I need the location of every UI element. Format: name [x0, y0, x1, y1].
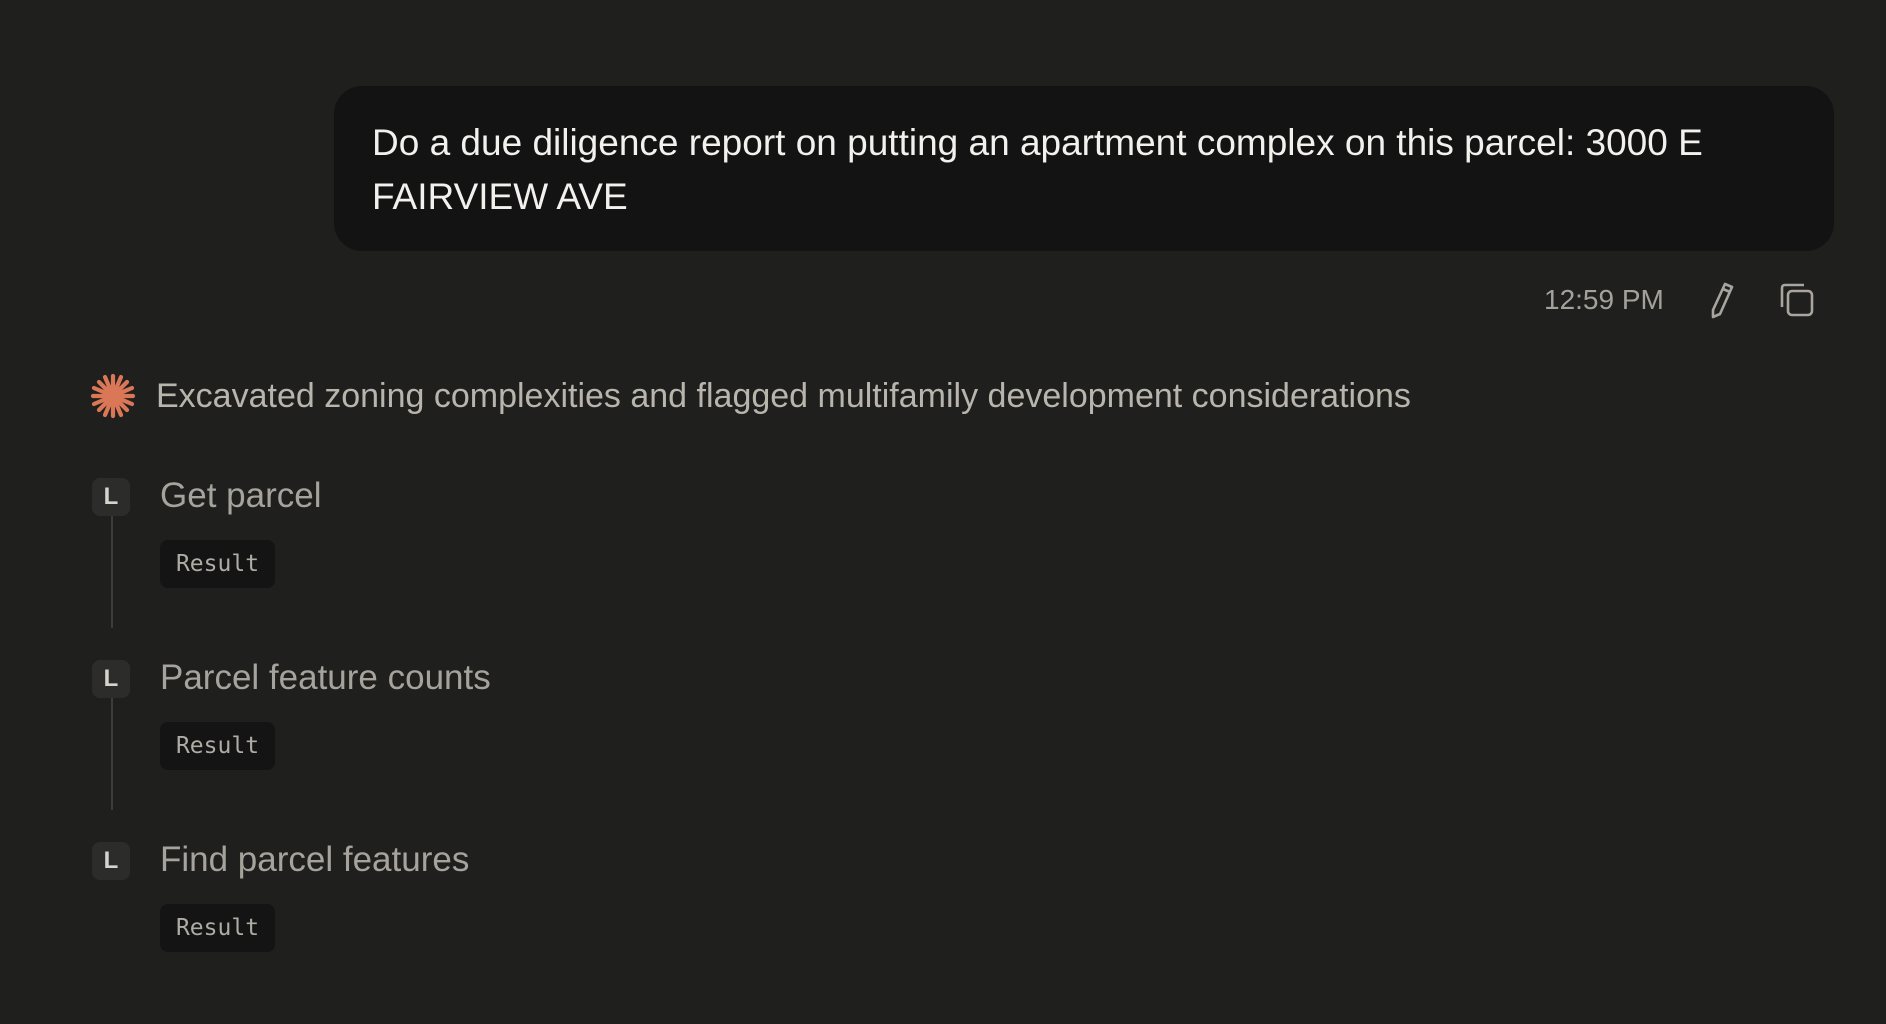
- edit-message-button[interactable]: [1700, 278, 1744, 322]
- message-timestamp: 12:59 PM: [1544, 284, 1664, 315]
- spark-icon: [90, 373, 136, 419]
- step-badge: L: [92, 842, 130, 880]
- result-button[interactable]: Result: [160, 540, 275, 588]
- step-label[interactable]: Parcel feature counts: [160, 652, 491, 704]
- step-label[interactable]: Get parcel: [160, 470, 321, 522]
- chat-page: Do a due diligence report on putting an …: [0, 0, 1886, 1024]
- pencil-icon: [1711, 282, 1734, 319]
- copy-message-button[interactable]: [1775, 278, 1819, 322]
- copy-icon: [1780, 283, 1814, 317]
- step-badge: L: [92, 478, 130, 516]
- step-connector-line: [111, 698, 113, 810]
- step-connector-line: [111, 516, 113, 628]
- result-button[interactable]: Result: [160, 722, 275, 770]
- result-button[interactable]: Result: [160, 904, 275, 952]
- assistant-status-text: Excavated zoning complexities and flagge…: [156, 376, 1411, 415]
- user-message-bubble: Do a due diligence report on putting an …: [334, 86, 1834, 251]
- step-badge: L: [92, 660, 130, 698]
- step-label[interactable]: Find parcel features: [160, 834, 469, 886]
- assistant-status-row: Excavated zoning complexities and flagge…: [88, 368, 1411, 424]
- message-meta-row: 12:59 PM: [0, 272, 1886, 328]
